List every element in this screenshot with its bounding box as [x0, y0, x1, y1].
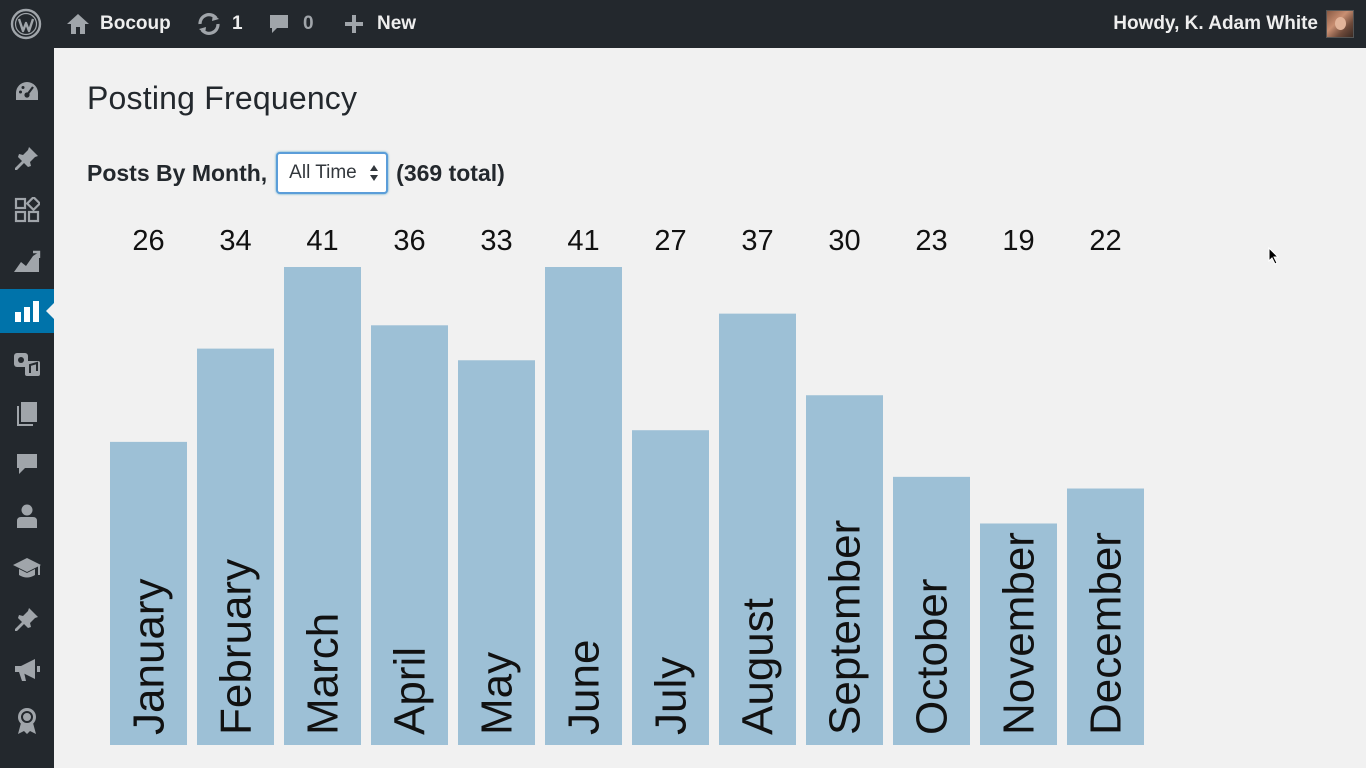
- updates-count: 1: [232, 13, 243, 34]
- value-label: 19: [1002, 225, 1034, 257]
- month-label: March: [299, 613, 348, 735]
- posts-by-month-chart: 26 January 34 February 41 March 36 April 33 May 41…: [110, 225, 1144, 745]
- pin-icon[interactable]: [0, 597, 54, 641]
- new-content-link[interactable]: New: [344, 0, 416, 48]
- month-label: August: [734, 598, 783, 735]
- value-label: 22: [1089, 225, 1121, 257]
- month-label: July: [647, 657, 696, 735]
- wordpress-logo-icon[interactable]: [10, 0, 42, 48]
- comments-count: 0: [303, 13, 314, 34]
- value-label: 23: [915, 225, 947, 257]
- value-label: 26: [132, 225, 164, 257]
- month-label: December: [1082, 532, 1131, 735]
- home-icon: [66, 12, 90, 36]
- avatar[interactable]: [1326, 10, 1354, 38]
- megaphone-icon[interactable]: [0, 648, 54, 692]
- main-content: Posting Frequency Posts By Month, All Ti…: [54, 48, 1366, 768]
- admin-bar: Bocoup 1 0 New Howdy, K. Adam White: [0, 0, 1366, 48]
- month-label: May: [473, 652, 522, 735]
- month-label: June: [560, 640, 609, 735]
- month-label: February: [212, 559, 261, 735]
- new-label: New: [377, 13, 417, 34]
- blocks-grid-icon[interactable]: [0, 188, 54, 232]
- plus-icon: [344, 14, 364, 34]
- month-label: April: [386, 647, 435, 735]
- bar-chart-icon[interactable]: [0, 289, 54, 333]
- value-label: 34: [219, 225, 251, 257]
- users-icon[interactable]: [0, 494, 54, 538]
- pages-icon[interactable]: [0, 392, 54, 436]
- dashboard-icon[interactable]: [0, 69, 54, 113]
- stats-chart-icon[interactable]: [0, 240, 54, 284]
- month-label: September: [821, 520, 870, 735]
- awards-icon[interactable]: [0, 699, 54, 743]
- value-label: 41: [306, 225, 338, 257]
- site-name-link[interactable]: Bocoup: [66, 0, 171, 48]
- media-icon[interactable]: [0, 342, 54, 386]
- updates-link[interactable]: 1: [196, 0, 243, 48]
- month-label: October: [908, 578, 957, 735]
- comments-link[interactable]: 0: [268, 0, 314, 48]
- comment-bubble-icon: [268, 13, 290, 35]
- admin-side-menu: [0, 48, 54, 768]
- posts-pin-icon[interactable]: [0, 136, 54, 180]
- greeting: Howdy, K. Adam White: [1113, 13, 1318, 34]
- month-label: November: [995, 532, 1044, 735]
- mouse-cursor-icon: [1268, 246, 1280, 270]
- my-account-link[interactable]: Howdy, K. Adam White: [1113, 0, 1318, 48]
- month-label: January: [125, 578, 174, 735]
- education-cap-icon[interactable]: [0, 546, 54, 590]
- value-label: 27: [654, 225, 686, 257]
- updates-icon: [196, 12, 222, 36]
- value-label: 33: [480, 225, 512, 257]
- value-label: 36: [393, 225, 425, 257]
- value-label: 30: [828, 225, 860, 257]
- comments-icon[interactable]: [0, 442, 54, 486]
- value-label: 37: [741, 225, 773, 257]
- site-name: Bocoup: [100, 13, 171, 34]
- more-icon[interactable]: [0, 748, 54, 768]
- value-label: 41: [567, 225, 599, 257]
